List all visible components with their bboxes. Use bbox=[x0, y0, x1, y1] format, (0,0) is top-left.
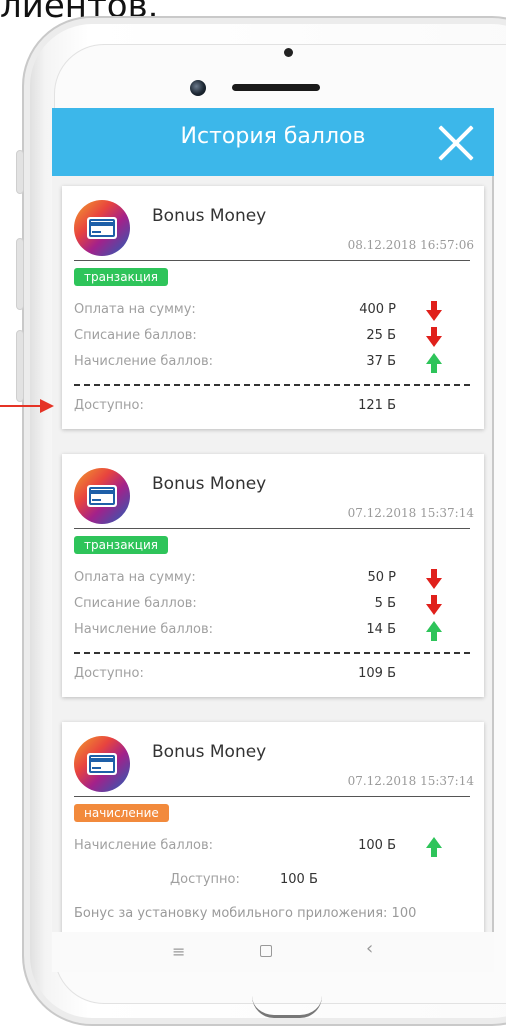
card-row: Начисление баллов: 100 Б bbox=[74, 836, 470, 858]
available-value: 109 Б bbox=[358, 666, 396, 681]
arrow-up-icon bbox=[426, 837, 442, 857]
available-label: Доступно: bbox=[170, 872, 240, 887]
app-header: История баллов bbox=[52, 108, 494, 176]
arrow-down-icon bbox=[426, 327, 442, 347]
card-date: 07.12.2018 15:37:14 bbox=[347, 506, 474, 520]
status-badge: транзакция bbox=[74, 536, 168, 554]
app-screen: История баллов Bonus Money 08.12.2018 16… bbox=[52, 108, 494, 972]
status-badge: транзакция bbox=[74, 268, 168, 286]
phone-camera bbox=[190, 80, 206, 96]
row-label: Списание баллов: bbox=[74, 328, 197, 343]
card-row: Списание баллов: 25 Б bbox=[74, 326, 470, 348]
row-label: Списание баллов: bbox=[74, 596, 197, 611]
bonus-note: Бонус за установку мобильного приложения… bbox=[74, 906, 417, 921]
phone-home-indicator bbox=[252, 996, 322, 1018]
close-icon[interactable] bbox=[434, 120, 478, 164]
card-divider bbox=[74, 796, 470, 797]
card-row: Оплата на сумму: 400 Р bbox=[74, 300, 470, 322]
history-card: Bonus Money 07.12.2018 15:37:14 транзакц… bbox=[62, 454, 484, 697]
card-row: Списание баллов: 5 Б bbox=[74, 594, 470, 616]
page: лиентов. История баллов Bonus Money 08.1… bbox=[0, 0, 506, 1034]
card-divider bbox=[74, 528, 470, 529]
phone-sensor-dot bbox=[284, 48, 293, 57]
arrow-down-icon bbox=[426, 301, 442, 321]
card-divider bbox=[74, 260, 470, 261]
card-brand: Bonus Money bbox=[152, 206, 267, 226]
credit-card-icon bbox=[74, 200, 130, 256]
history-card: Bonus Money 08.12.2018 16:57:06 транзакц… bbox=[62, 186, 484, 429]
menu-icon[interactable]: ≡ bbox=[172, 942, 185, 961]
arrow-up-icon bbox=[426, 353, 442, 373]
row-value: 50 Р bbox=[367, 570, 396, 585]
phone-volume-down-button bbox=[16, 330, 24, 402]
card-row: Начисление баллов: 14 Б bbox=[74, 620, 470, 642]
row-label: Начисление баллов: bbox=[74, 838, 214, 853]
pointer-arrow-icon bbox=[40, 399, 54, 413]
available-label: Доступно: bbox=[74, 666, 144, 681]
row-value: 14 Б bbox=[366, 622, 396, 637]
available-row: Доступно: 109 Б bbox=[74, 664, 470, 686]
phone-speaker bbox=[232, 84, 320, 91]
arrow-up-icon bbox=[426, 621, 442, 641]
system-navbar: ≡ ‹ bbox=[52, 932, 494, 972]
back-icon[interactable]: ‹ bbox=[366, 938, 373, 959]
row-label: Начисление баллов: bbox=[74, 622, 214, 637]
arrow-down-icon bbox=[426, 569, 442, 589]
row-label: Начисление баллов: bbox=[74, 354, 214, 369]
card-row: Оплата на сумму: 50 Р bbox=[74, 568, 470, 590]
credit-card-icon bbox=[74, 468, 130, 524]
page-title: История баллов bbox=[180, 124, 366, 149]
phone-volume-up-button bbox=[16, 238, 24, 310]
row-value: 100 Б bbox=[358, 838, 396, 853]
row-value: 25 Б bbox=[366, 328, 396, 343]
card-row: Начисление баллов: 37 Б bbox=[74, 352, 470, 374]
row-label: Оплата на сумму: bbox=[74, 302, 196, 317]
dashed-separator bbox=[74, 384, 470, 386]
available-value: 100 Б bbox=[280, 872, 318, 887]
screen-edge bbox=[492, 176, 494, 972]
arrow-down-icon bbox=[426, 595, 442, 615]
card-date: 07.12.2018 15:37:14 bbox=[347, 774, 474, 788]
row-value: 400 Р bbox=[359, 302, 396, 317]
dashed-separator bbox=[74, 652, 470, 654]
available-value: 121 Б bbox=[358, 398, 396, 413]
home-icon[interactable] bbox=[260, 945, 272, 957]
row-value: 5 Б bbox=[374, 596, 396, 611]
pointer-arrow-line bbox=[0, 405, 44, 407]
phone-mute-button bbox=[16, 150, 24, 194]
status-badge: начисление bbox=[74, 804, 169, 822]
row-value: 37 Б bbox=[366, 354, 396, 369]
available-row: Доступно: 121 Б bbox=[74, 396, 470, 418]
card-brand: Bonus Money bbox=[152, 474, 267, 494]
card-brand: Bonus Money bbox=[152, 742, 267, 762]
available-label: Доступно: bbox=[74, 398, 144, 413]
credit-card-icon bbox=[74, 736, 130, 792]
row-label: Оплата на сумму: bbox=[74, 570, 196, 585]
card-date: 08.12.2018 16:57:06 bbox=[347, 238, 474, 252]
